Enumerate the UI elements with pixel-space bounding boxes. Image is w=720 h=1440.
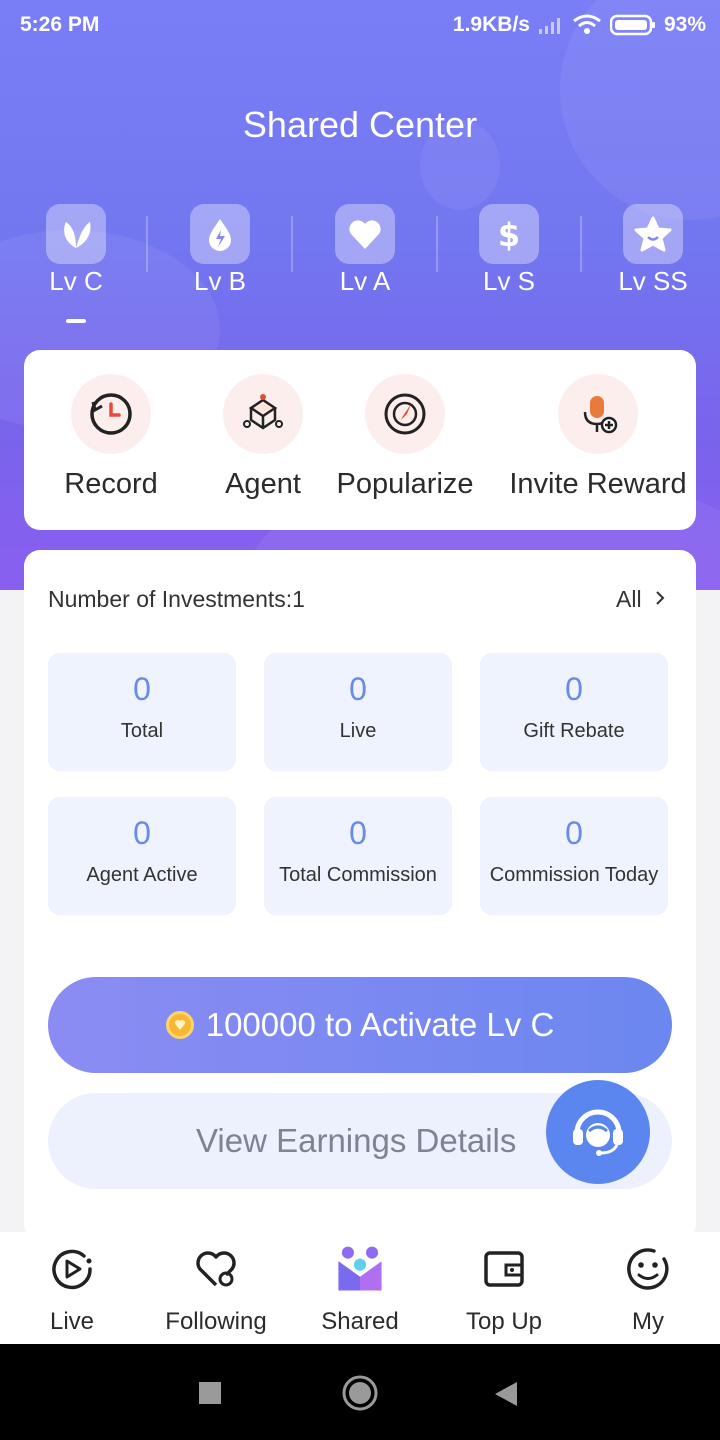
stat-label: Gift Rebate <box>523 720 625 742</box>
stat-value: 0 <box>349 671 367 707</box>
signal-icon <box>538 18 560 34</box>
stat-card-live: 0 Live <box>264 653 452 771</box>
page-title: Shared Center <box>242 104 478 145</box>
tab-top-up[interactable]: Top Up <box>432 1244 576 1336</box>
wallet-icon <box>479 1244 529 1294</box>
active-tab-indicator <box>66 319 86 323</box>
heart-icon <box>335 204 395 264</box>
chevron-right-icon <box>656 591 665 605</box>
status-time: 5:26 PM <box>20 13 100 36</box>
stat-value: 0 <box>565 671 583 707</box>
record-label: Record <box>64 468 158 500</box>
level-label: Lv C <box>49 266 103 296</box>
drop-icon <box>190 204 250 264</box>
divider <box>146 216 148 272</box>
svg-text:$: $ <box>498 216 520 254</box>
clock-icon <box>71 374 151 454</box>
network-speed: 1.9KB/s <box>452 13 530 36</box>
status-bar: 5:26 PM 1.9KB/s 93% <box>0 0 720 50</box>
tab-label: Live <box>49 1308 95 1335</box>
all-link[interactable]: All <box>616 586 666 613</box>
battery-icon <box>609 14 655 36</box>
stat-value: 0 <box>133 815 151 851</box>
level-tab-lv-b[interactable]: Lv B <box>170 204 270 297</box>
level-tab-lv-ss[interactable]: Lv SS <box>603 204 703 297</box>
tab-shared[interactable]: Shared <box>288 1244 432 1336</box>
invite-reward-label: Invite Reward <box>509 468 687 500</box>
investments-count: Number of Investments:1 <box>48 586 305 612</box>
coin-icon <box>165 1011 194 1039</box>
home-button[interactable] <box>341 1374 379 1412</box>
bottom-tab-bar: Live Following Shared Top Up My <box>0 1232 720 1344</box>
heart-outline-icon <box>191 1244 241 1294</box>
target-icon <box>365 374 445 454</box>
level-tab-lv-c[interactable]: Lv C <box>26 204 126 323</box>
divider <box>436 216 438 272</box>
customer-support-button[interactable] <box>546 1080 650 1184</box>
activate-button[interactable]: 100000 to Activate Lv C <box>48 977 672 1073</box>
tab-my[interactable]: My <box>576 1244 720 1336</box>
stat-card-gift-rebate: 0 Gift Rebate <box>480 653 668 771</box>
star-icon <box>623 204 683 264</box>
stat-label: Live <box>339 720 377 742</box>
record-button[interactable]: Record <box>44 374 178 501</box>
popularize-button[interactable]: Popularize <box>334 374 476 501</box>
level-label: Lv A <box>339 266 391 296</box>
quick-actions-card: Record Agent Popularize Invite Reward <box>24 350 696 530</box>
stat-value: 0 <box>565 815 583 851</box>
stat-value: 0 <box>349 815 367 851</box>
level-label: Lv SS <box>618 266 688 296</box>
stat-card-commission-today: 0 Commission Today <box>480 797 668 915</box>
stat-card-total: 0 Total <box>48 653 236 771</box>
divider <box>291 216 293 272</box>
smile-icon <box>623 1244 673 1294</box>
stat-card-total-commission: 0 Total Commission <box>264 797 452 915</box>
level-tab-lv-s[interactable]: $ Lv S <box>459 204 559 297</box>
invite-reward-button[interactable]: Invite Reward <box>508 374 688 501</box>
dollar-icon: $ <box>479 204 539 264</box>
stat-card-agent-active: 0 Agent Active <box>48 797 236 915</box>
stat-label: Total <box>120 720 164 742</box>
activate-label: 100000 to Activate Lv C <box>205 1006 555 1043</box>
stat-label: Agent Active <box>86 864 198 886</box>
agent-icon <box>223 374 303 454</box>
earnings-label: View Earnings Details <box>196 1122 517 1159</box>
tab-live[interactable]: Live <box>0 1244 144 1336</box>
popularize-label: Popularize <box>336 468 474 500</box>
play-icon <box>47 1244 97 1294</box>
level-label: Lv B <box>193 266 247 296</box>
agent-button[interactable]: Agent <box>196 374 330 501</box>
tab-following[interactable]: Following <box>144 1244 288 1336</box>
leaf-icon <box>46 204 106 264</box>
system-navigation-bar <box>0 1344 720 1440</box>
tab-label: My <box>632 1308 664 1335</box>
microphone-add-icon <box>558 374 638 454</box>
tab-label: Following <box>165 1308 267 1335</box>
stat-value: 0 <box>133 671 151 707</box>
back-button[interactable] <box>493 1380 519 1408</box>
level-tabs: Lv C Lv B Lv A $ Lv S Lv SS <box>0 204 720 324</box>
divider <box>580 216 582 272</box>
stat-label: Total Commission <box>279 864 437 886</box>
shared-icon <box>335 1244 385 1294</box>
battery-level: 93% <box>663 13 706 36</box>
tab-label: Top Up <box>465 1308 543 1335</box>
headset-icon <box>573 1109 623 1156</box>
level-label: Lv S <box>482 266 536 296</box>
level-tab-lv-a[interactable]: Lv A <box>315 204 415 297</box>
recents-button[interactable] <box>198 1381 222 1405</box>
wifi-icon <box>573 14 601 34</box>
tab-label: Shared <box>321 1308 399 1335</box>
agent-label: Agent <box>225 468 301 500</box>
stat-label: Commission Today <box>489 864 659 886</box>
all-label: All <box>616 586 642 612</box>
